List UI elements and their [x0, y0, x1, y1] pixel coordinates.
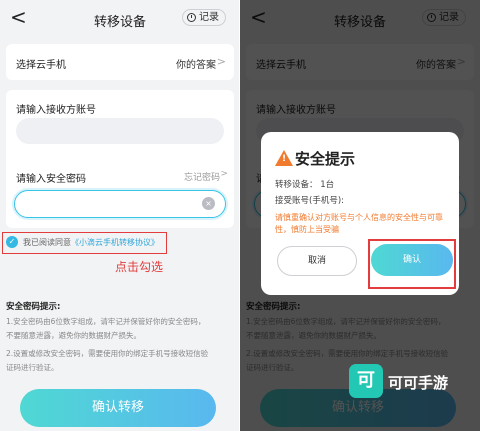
record-button[interactable]: 记录 — [182, 9, 226, 26]
agreement-row[interactable]: ✓ 我已阅读同意《小滴云手机转移协议》 — [2, 232, 167, 254]
password-label: 请输入安全密码 — [16, 174, 86, 185]
select-phone-label: 选择云手机 — [16, 60, 66, 71]
agreement-text: 我已阅读同意《小滴云手机转移协议》 — [23, 237, 159, 248]
watermark-logo-icon: 可 — [349, 364, 383, 398]
transfer-device-screen: < 转移设备 记录 选择云手机 你的答案 > 请输入接收方账号 请输入安全密码 … — [0, 0, 240, 431]
dialog-title: 安全提示 — [295, 150, 356, 168]
checkbox-checked-icon[interactable]: ✓ — [6, 236, 18, 248]
clock-icon — [187, 13, 196, 22]
chevron-right-icon: > — [220, 169, 228, 179]
security-tip-line: 2.设置或修改安全密码，需要使用你的绑定手机号接收短信验 — [6, 349, 209, 358]
warning-icon-mark: ! — [281, 154, 287, 164]
annotation-tap-check: 点击勾选 — [115, 260, 164, 274]
security-tip-line: 不要随意泄露，避免你的数据财产损失。 — [6, 331, 141, 340]
forgot-password-link[interactable]: 忘记密码 — [184, 170, 220, 183]
screenshot: < 转移设备 记录 选择云手机 你的答案 > 请输入接收方账号 请输入安全密码 … — [0, 0, 480, 431]
select-phone-row[interactable]: 选择云手机 你的答案 > — [6, 44, 234, 80]
transfer-form: 请输入接收方账号 请输入安全密码 忘记密码 > × — [6, 90, 234, 228]
dialog-account: 接受账号(手机号): — [275, 196, 344, 206]
password-input[interactable]: × — [14, 190, 226, 218]
confirm-transfer-button[interactable]: 确认转移 — [20, 389, 216, 427]
agreement-prefix: 我已阅读同意 — [23, 238, 71, 247]
security-tips-title: 安全密码提示: — [6, 302, 61, 312]
security-tip-line: 证码进行验证。 — [6, 363, 59, 372]
security-dialog: ! 安全提示 转移设备： 1台 接受账号(手机号): 请慎重确认对方账号与个人信… — [261, 132, 459, 295]
nav-bar: < 转移设备 记录 — [0, 0, 240, 36]
cancel-button[interactable]: 取消 — [277, 246, 357, 276]
chevron-right-icon: > — [216, 55, 226, 68]
transfer-device-dialog-screen: < 转移设备 记录 选择云手机 你的答案 > 请输入接收方账号 请输入安全密码 … — [240, 0, 480, 431]
agreement-link[interactable]: 《小滴云手机转移协议》 — [71, 238, 159, 247]
record-label: 记录 — [199, 12, 219, 23]
dialog-device-count: 转移设备： 1台 — [275, 180, 335, 190]
account-label: 请输入接收方账号 — [16, 105, 96, 116]
security-tip-line: 1.安全密码由6位数字组成，请牢记并保管好你的安全密码， — [6, 317, 206, 326]
dialog-warning: 请慎重确认对方账号与个人信息的安全性与可靠性，慎防上当受骗 — [275, 213, 443, 234]
account-input[interactable] — [16, 118, 224, 144]
clear-icon[interactable]: × — [202, 197, 215, 210]
select-phone-value: 你的答案 — [176, 60, 216, 71]
watermark-text: 可可手游 — [388, 374, 449, 392]
ok-button[interactable]: 确认 — [371, 244, 453, 276]
